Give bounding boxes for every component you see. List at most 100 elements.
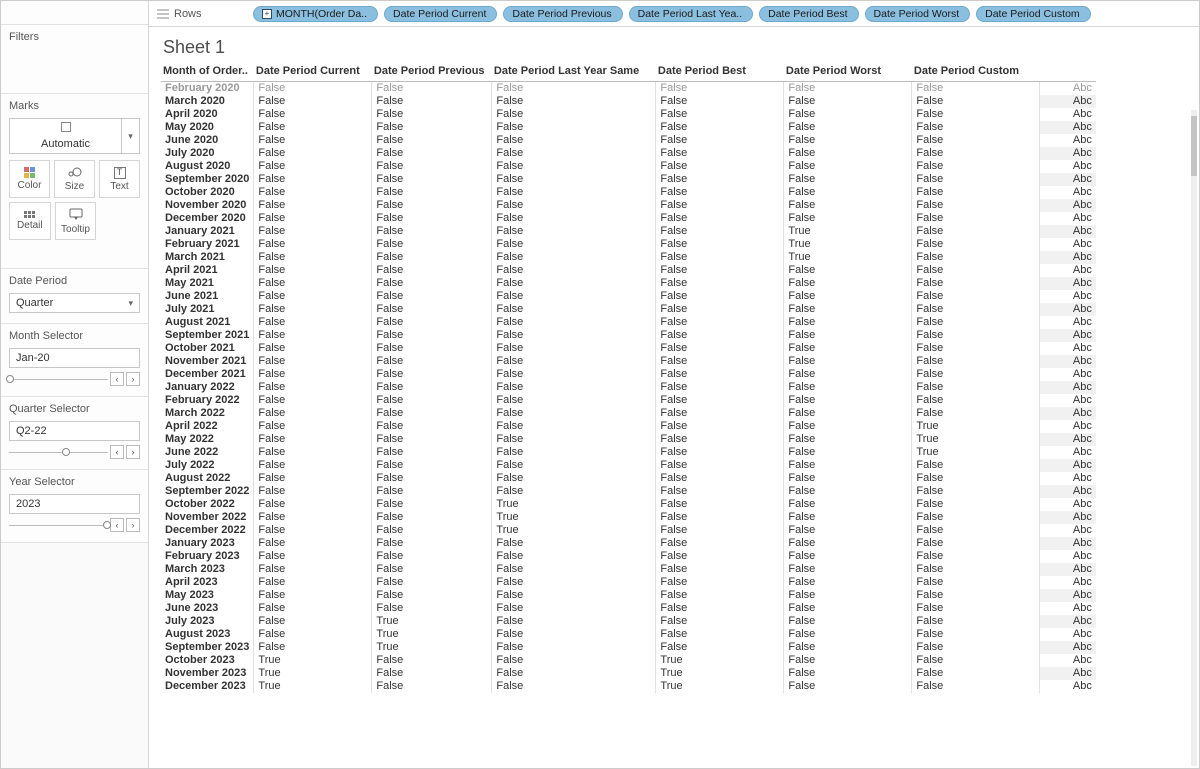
- row-pill[interactable]: Date Period Best: [759, 6, 858, 22]
- table-row[interactable]: May 2022FalseFalseFalseFalseFalseTrueAbc: [161, 433, 1096, 446]
- month-prev-button[interactable]: ‹: [110, 372, 124, 386]
- table-row[interactable]: August 2023FalseTrueFalseFalseFalseFalse…: [161, 628, 1096, 641]
- table-row[interactable]: May 2023FalseFalseFalseFalseFalseFalseAb…: [161, 589, 1096, 602]
- table-row[interactable]: February 2021FalseFalseFalseFalseTrueFal…: [161, 238, 1096, 251]
- table-row[interactable]: August 2021FalseFalseFalseFalseFalseFals…: [161, 316, 1096, 329]
- table-row[interactable]: July 2021FalseFalseFalseFalseFalseFalseA…: [161, 303, 1096, 316]
- row-pill[interactable]: Date Period Last Yea..: [629, 6, 754, 22]
- table-row[interactable]: April 2021FalseFalseFalseFalseFalseFalse…: [161, 264, 1096, 277]
- quarter-selector-input[interactable]: Q2-22: [9, 421, 140, 441]
- table-row[interactable]: July 2022FalseFalseFalseFalseFalseFalseA…: [161, 459, 1096, 472]
- table-row[interactable]: February 2022FalseFalseFalseFalseFalseFa…: [161, 394, 1096, 407]
- table-header[interactable]: Month of Order..: [161, 62, 254, 82]
- abc-cell: Abc: [1040, 446, 1096, 459]
- table-row[interactable]: November 2023TrueFalseFalseTrueFalseFals…: [161, 667, 1096, 680]
- table-row[interactable]: November 2022FalseFalseTrueFalseFalseFal…: [161, 511, 1096, 524]
- value-cell: False: [912, 134, 1040, 147]
- quarter-next-button[interactable]: ›: [126, 445, 140, 459]
- table-row[interactable]: September 2021FalseFalseFalseFalseFalseF…: [161, 329, 1096, 342]
- table-row[interactable]: January 2022FalseFalseFalseFalseFalseFal…: [161, 381, 1096, 394]
- table-row[interactable]: September 2023FalseTrueFalseFalseFalseFa…: [161, 641, 1096, 654]
- table-row[interactable]: October 2023TrueFalseFalseTrueFalseFalse…: [161, 654, 1096, 667]
- table-row[interactable]: December 2022FalseFalseTrueFalseFalseFal…: [161, 524, 1096, 537]
- slider-thumb[interactable]: [62, 448, 70, 456]
- table-row[interactable]: October 2022FalseFalseTrueFalseFalseFals…: [161, 498, 1096, 511]
- year-selector-slider[interactable]: [9, 520, 108, 530]
- table-row[interactable]: June 2022FalseFalseFalseFalseFalseTrueAb…: [161, 446, 1096, 459]
- year-selector-input[interactable]: 2023: [9, 494, 140, 514]
- month-next-button[interactable]: ›: [126, 372, 140, 386]
- table-header[interactable]: Date Period Current: [254, 62, 372, 82]
- table-row[interactable]: February 2020FalseFalseFalseFalseFalseFa…: [161, 82, 1096, 96]
- date-period-select[interactable]: Quarter ▾: [9, 293, 140, 313]
- slider-thumb[interactable]: [6, 375, 14, 383]
- table-row[interactable]: December 2020FalseFalseFalseFalseFalseFa…: [161, 212, 1096, 225]
- year-prev-button[interactable]: ‹: [110, 518, 124, 532]
- table-row[interactable]: January 2023FalseFalseFalseFalseFalseFal…: [161, 537, 1096, 550]
- abc-cell: Abc: [1040, 212, 1096, 225]
- table-row[interactable]: October 2021FalseFalseFalseFalseFalseFal…: [161, 342, 1096, 355]
- table-header[interactable]: Date Period Best: [656, 62, 784, 82]
- month-selector-input[interactable]: Jan-20: [9, 348, 140, 368]
- table-row[interactable]: June 2023FalseFalseFalseFalseFalseFalseA…: [161, 602, 1096, 615]
- table-row[interactable]: March 2020FalseFalseFalseFalseFalseFalse…: [161, 95, 1096, 108]
- value-cell: False: [492, 303, 656, 316]
- row-pill[interactable]: Date Period Current: [384, 6, 497, 22]
- table-row[interactable]: November 2021FalseFalseFalseFalseFalseFa…: [161, 355, 1096, 368]
- table-row[interactable]: April 2022FalseFalseFalseFalseFalseTrueA…: [161, 420, 1096, 433]
- marks-color-button[interactable]: Color: [9, 160, 50, 198]
- filters-card[interactable]: Filters: [1, 25, 148, 94]
- table-header[interactable]: Date Period Previous: [372, 62, 492, 82]
- table-row[interactable]: March 2022FalseFalseFalseFalseFalseFalse…: [161, 407, 1096, 420]
- row-pill[interactable]: +MONTH(Order Da..: [253, 6, 378, 22]
- table-row[interactable]: April 2023FalseFalseFalseFalseFalseFalse…: [161, 576, 1096, 589]
- table-row[interactable]: February 2023FalseFalseFalseFalseFalseFa…: [161, 550, 1096, 563]
- quarter-selector-slider[interactable]: [9, 447, 108, 457]
- table-row[interactable]: September 2022FalseFalseFalseFalseFalseF…: [161, 485, 1096, 498]
- table-row[interactable]: September 2020FalseFalseFalseFalseFalseF…: [161, 173, 1096, 186]
- table-header[interactable]: Date Period Last Year Same: [492, 62, 656, 82]
- table-row[interactable]: April 2020FalseFalseFalseFalseFalseFalse…: [161, 108, 1096, 121]
- marks-detail-button[interactable]: Detail: [9, 202, 51, 240]
- rows-shelf[interactable]: Rows +MONTH(Order Da..Date Period Curren…: [149, 1, 1199, 27]
- marks-type-select[interactable]: Automatic ▾: [9, 118, 140, 154]
- slider-thumb[interactable]: [103, 521, 111, 529]
- value-cell: False: [912, 394, 1040, 407]
- table-row[interactable]: June 2020FalseFalseFalseFalseFalseFalseA…: [161, 134, 1096, 147]
- table-row[interactable]: December 2023TrueFalseFalseTrueFalseFals…: [161, 680, 1096, 693]
- marks-text-button[interactable]: T Text: [99, 160, 140, 198]
- value-cell: False: [492, 251, 656, 264]
- month-selector-slider[interactable]: [9, 374, 108, 384]
- abc-cell: Abc: [1040, 563, 1096, 576]
- expand-pill-icon[interactable]: +: [262, 9, 272, 19]
- table-row[interactable]: August 2022FalseFalseFalseFalseFalseFals…: [161, 472, 1096, 485]
- marks-type-dropdown[interactable]: ▾: [122, 118, 140, 154]
- table-row[interactable]: December 2021FalseFalseFalseFalseFalseFa…: [161, 368, 1096, 381]
- table-row[interactable]: March 2023FalseFalseFalseFalseFalseFalse…: [161, 563, 1096, 576]
- row-pill[interactable]: Date Period Worst: [865, 6, 971, 22]
- table-row[interactable]: May 2020FalseFalseFalseFalseFalseFalseAb…: [161, 121, 1096, 134]
- marks-tooltip-button[interactable]: Tooltip: [55, 202, 97, 240]
- table-row[interactable]: July 2020FalseFalseFalseFalseFalseFalseA…: [161, 147, 1096, 160]
- abc-cell: Abc: [1040, 394, 1096, 407]
- table-row[interactable]: June 2021FalseFalseFalseFalseFalseFalseA…: [161, 290, 1096, 303]
- value-cell: False: [656, 160, 784, 173]
- marks-size-button[interactable]: Size: [54, 160, 95, 198]
- scrollbar-thumb[interactable]: [1191, 116, 1197, 176]
- table-row[interactable]: May 2021FalseFalseFalseFalseFalseFalseAb…: [161, 277, 1096, 290]
- table-row[interactable]: November 2020FalseFalseFalseFalseFalseFa…: [161, 199, 1096, 212]
- table-row[interactable]: July 2023FalseTrueFalseFalseFalseFalseAb…: [161, 615, 1096, 628]
- table-header[interactable]: Date Period Worst: [784, 62, 912, 82]
- table-row[interactable]: August 2020FalseFalseFalseFalseFalseFals…: [161, 160, 1096, 173]
- table-row[interactable]: October 2020FalseFalseFalseFalseFalseFal…: [161, 186, 1096, 199]
- quarter-prev-button[interactable]: ‹: [110, 445, 124, 459]
- row-pill[interactable]: Date Period Custom: [976, 6, 1091, 22]
- table-row[interactable]: January 2021FalseFalseFalseFalseTrueFals…: [161, 225, 1096, 238]
- vertical-scrollbar[interactable]: [1191, 110, 1197, 766]
- table-header[interactable]: Date Period Custom: [912, 62, 1040, 82]
- year-next-button[interactable]: ›: [126, 518, 140, 532]
- row-pill[interactable]: Date Period Previous: [503, 6, 622, 22]
- value-cell: False: [784, 199, 912, 212]
- value-cell: False: [784, 576, 912, 589]
- table-row[interactable]: March 2021FalseFalseFalseFalseTrueFalseA…: [161, 251, 1096, 264]
